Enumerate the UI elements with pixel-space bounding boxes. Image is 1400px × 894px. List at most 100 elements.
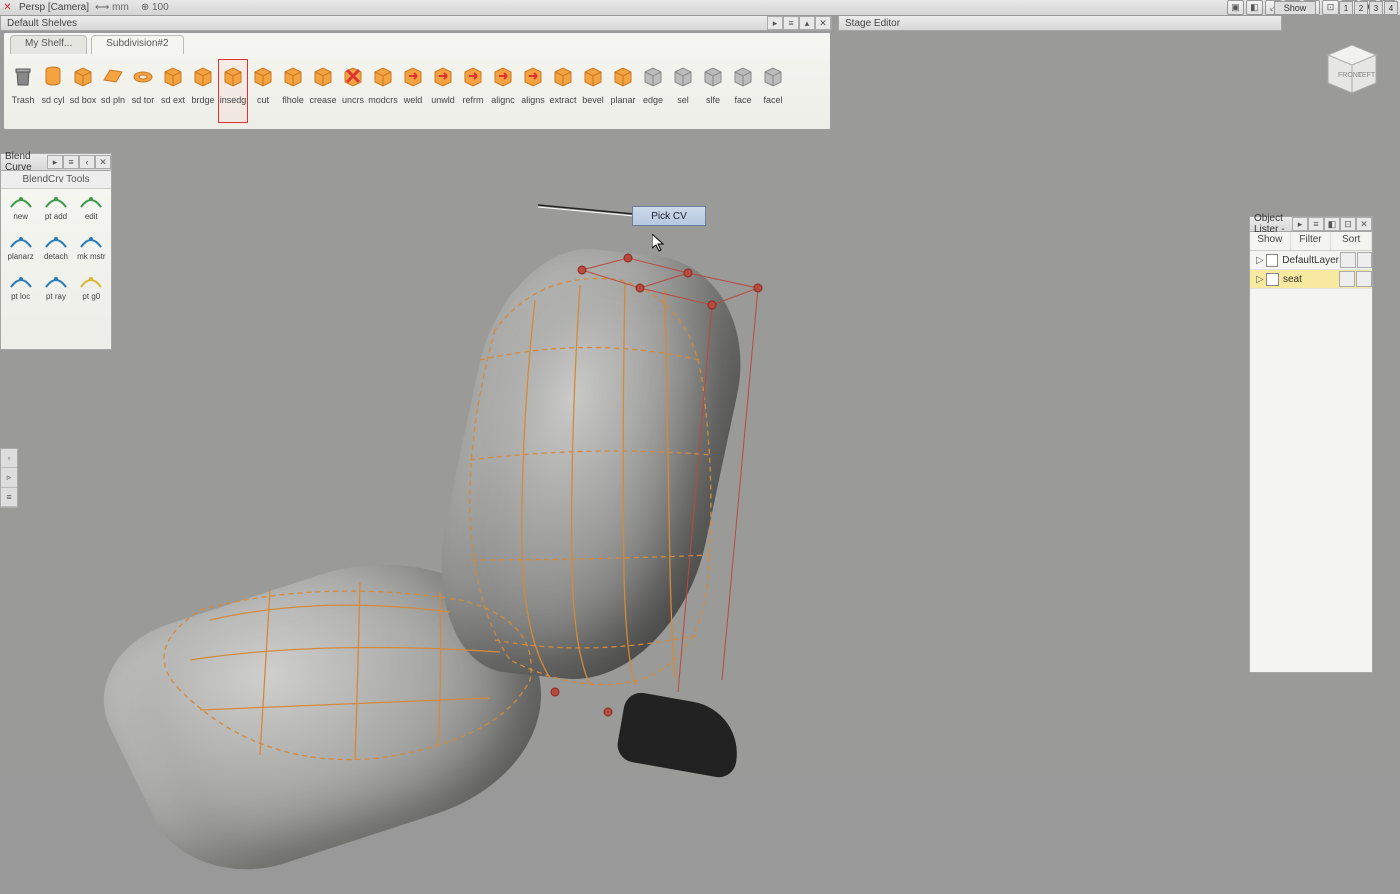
- shelf-mod-crease[interactable]: modcrs: [368, 59, 398, 123]
- shelf-cut[interactable]: cut: [248, 59, 278, 123]
- lister-i4-icon[interactable]: ⊡: [1340, 217, 1356, 231]
- shelf-slfe[interactable]: slfe: [698, 59, 728, 123]
- shelf-fill-hole[interactable]: flhole: [278, 59, 308, 123]
- viewport-titlebar: ✕ Persp [Camera] ⟷ mm ⊕ 100 ▣ ◧ ⤢ ⊞ ◩ ⊡ …: [0, 0, 1400, 16]
- layout-2[interactable]: 2: [1354, 1, 1368, 15]
- shelf-planar[interactable]: planar: [608, 59, 638, 123]
- blend-detach[interactable]: detach: [38, 231, 73, 271]
- shelf-tab-1[interactable]: Subdivision#2: [91, 35, 183, 54]
- expand-icon[interactable]: ▷: [1256, 274, 1266, 285]
- shelf-min-icon[interactable]: ▸: [767, 16, 783, 30]
- shelf-tab-0[interactable]: My Shelf...: [10, 35, 87, 54]
- shelf-item-label: weld: [404, 95, 423, 105]
- lister-col-filter[interactable]: Filter: [1291, 232, 1332, 250]
- shelf-panel: My Shelf...Subdivision#2 Trash sd cyl sd b…: [3, 32, 831, 130]
- blend-new[interactable]: new: [3, 191, 38, 231]
- shelf-bridge[interactable]: brdge: [188, 59, 218, 123]
- blend-curve-titlebar[interactable]: Blend Curve ▸ ≡ ‹ ✕: [0, 153, 112, 171]
- shelf-item-label: sd ext: [161, 95, 185, 105]
- shelf-item-label: Trash: [12, 95, 35, 105]
- object-lister-titlebar[interactable]: Object Lister - ▸ ≡ ◧ ⊡ ✕: [1249, 216, 1373, 232]
- blend-opt1-icon[interactable]: ▸: [47, 155, 63, 169]
- shelf-unweld[interactable]: unwld: [428, 59, 458, 123]
- lister-i3-icon[interactable]: ◧: [1324, 217, 1340, 231]
- layer-opt-2[interactable]: [1356, 271, 1372, 287]
- align-c-icon: [490, 63, 516, 89]
- blend-pt-loc[interactable]: pt loc: [3, 271, 38, 311]
- layer-opt-2[interactable]: [1357, 252, 1373, 268]
- lister-col-sort[interactable]: Sort: [1331, 232, 1372, 250]
- topbar-icon-1[interactable]: ▣: [1227, 0, 1244, 15]
- shelf-insert-edge[interactable]: insedg: [218, 59, 248, 123]
- mod-crease-icon: [370, 63, 396, 89]
- topbar-icon-6[interactable]: ⊡: [1322, 0, 1339, 15]
- shelf-trash[interactable]: Trash: [8, 59, 38, 123]
- expand-icon[interactable]: ▷: [1256, 255, 1266, 266]
- shelf-item-label: sd pln: [101, 95, 125, 105]
- close-icon[interactable]: ✕: [0, 0, 15, 15]
- sel-icon: [670, 63, 696, 89]
- show-button[interactable]: Show: [1274, 1, 1316, 15]
- shelf-sd-pln[interactable]: sd pln: [98, 59, 128, 123]
- blend-planarz[interactable]: planarz: [3, 231, 38, 271]
- lister-close-icon[interactable]: ✕: [1356, 217, 1372, 231]
- layout-4[interactable]: 4: [1384, 1, 1398, 15]
- blend-pt-g0[interactable]: pt g0: [74, 271, 109, 311]
- layout-1[interactable]: 1: [1339, 1, 1353, 15]
- blend-opt2-icon[interactable]: ≡: [63, 155, 79, 169]
- strip-btn-3[interactable]: ≡: [1, 488, 17, 507]
- sd-ext-icon: [160, 63, 186, 89]
- shelf-sd-cyl[interactable]: sd cyl: [38, 59, 68, 123]
- blend-back-icon[interactable]: ‹: [79, 155, 95, 169]
- blend-pt-ray[interactable]: pt ray: [38, 271, 73, 311]
- blend-new-icon: [8, 191, 34, 211]
- layer-visibility-checkbox[interactable]: [1266, 273, 1279, 286]
- shelf-item-label: unwld: [431, 95, 455, 105]
- layer-row-seat[interactable]: ▷ seat: [1250, 270, 1372, 289]
- blend-mk-mstr[interactable]: mk mstr: [74, 231, 109, 271]
- stage-editor-titlebar[interactable]: Stage Editor: [838, 15, 1282, 31]
- weld-icon: [400, 63, 426, 89]
- shelf-item-label: slfe: [706, 95, 720, 105]
- layer-visibility-checkbox[interactable]: [1266, 254, 1279, 267]
- layer-opt-1[interactable]: [1339, 271, 1355, 287]
- blend-close-icon[interactable]: ✕: [95, 155, 111, 169]
- shelf-sd-tor[interactable]: sd tor: [128, 59, 158, 123]
- blend-cell-label: pt add: [45, 212, 67, 221]
- shelf-sd-box[interactable]: sd box: [68, 59, 98, 123]
- view-cube[interactable]: FRONT LEFT: [1318, 35, 1382, 99]
- shelf-weld[interactable]: weld: [398, 59, 428, 123]
- shelf-face[interactable]: face: [728, 59, 758, 123]
- layout-3[interactable]: 3: [1369, 1, 1383, 15]
- shelf-reform[interactable]: refrm: [458, 59, 488, 123]
- layer-row-DefaultLayer[interactable]: ▷ DefaultLayer: [1250, 251, 1372, 270]
- layer-opt-1[interactable]: [1340, 252, 1356, 268]
- shelf-crease[interactable]: crease: [308, 59, 338, 123]
- shelf-bevel[interactable]: bevel: [578, 59, 608, 123]
- shelf-item-label: sd tor: [132, 95, 155, 105]
- reform-icon: [460, 63, 486, 89]
- shelf-item-label: flhole: [282, 95, 304, 105]
- shelf-close-icon[interactable]: ✕: [815, 16, 831, 30]
- strip-btn-1[interactable]: ◦: [1, 449, 17, 468]
- shelf-extract[interactable]: extract: [548, 59, 578, 123]
- shelf-opt-icon[interactable]: ≡: [783, 16, 799, 30]
- shelves-titlebar[interactable]: Default Shelves ▸ ≡ ▴ ✕: [0, 15, 832, 31]
- topbar-icon-2[interactable]: ◧: [1246, 0, 1263, 15]
- shelf-item-label: sd cyl: [41, 95, 64, 105]
- shelf-align-s[interactable]: aligns: [518, 59, 548, 123]
- shelf-sd-ext[interactable]: sd ext: [158, 59, 188, 123]
- shelf-align-c[interactable]: alignc: [488, 59, 518, 123]
- blend-edit[interactable]: edit: [74, 191, 109, 231]
- lister-i1-icon[interactable]: ▸: [1292, 217, 1308, 231]
- shelf-edge[interactable]: edge: [638, 59, 668, 123]
- shelf-facel[interactable]: facel: [758, 59, 788, 123]
- face-icon: [730, 63, 756, 89]
- strip-btn-2[interactable]: ▹: [1, 468, 17, 487]
- shelf-up-icon[interactable]: ▴: [799, 16, 815, 30]
- blend-pt-loc-icon: [8, 271, 34, 291]
- shelf-uncrease[interactable]: uncrs: [338, 59, 368, 123]
- shelf-sel[interactable]: sel: [668, 59, 698, 123]
- blend-pt-add[interactable]: pt add: [38, 191, 73, 231]
- lister-i2-icon[interactable]: ≡: [1308, 217, 1324, 231]
